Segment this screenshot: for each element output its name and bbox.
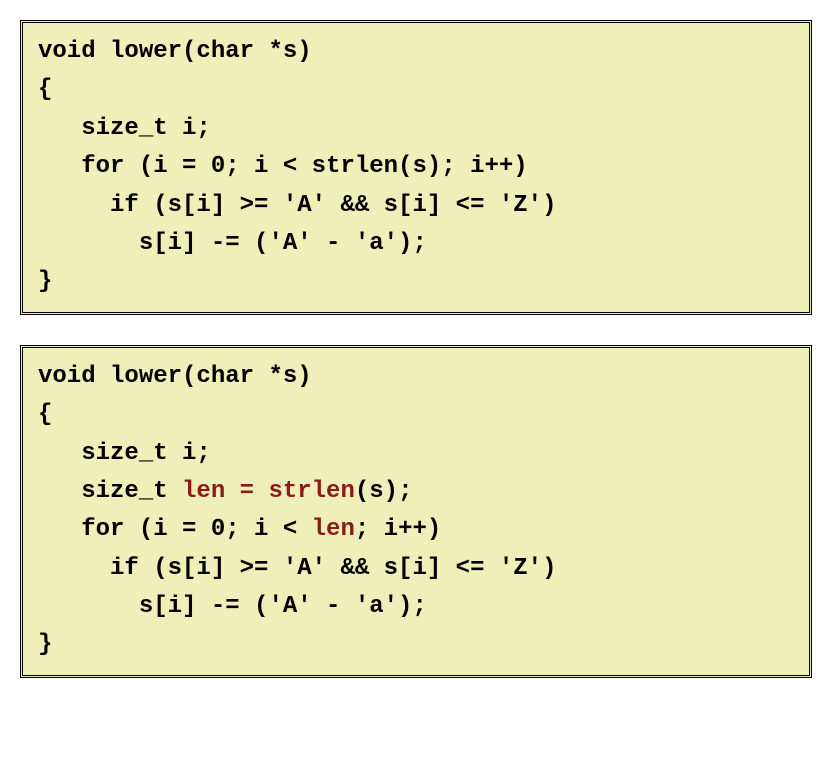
code-line: s[i] -= ('A' - 'a'); [38,593,427,620]
code-line: if (s[i] >= 'A' && s[i] <= 'Z') [38,192,556,219]
code-line: (s); [355,478,413,505]
code-line: if (s[i] >= 'A' && s[i] <= 'Z') [38,555,556,582]
code-line: size_t [38,478,182,505]
code-line: size_t i; [38,440,211,467]
code-line: { [38,401,52,428]
code-line: } [38,268,52,295]
code-line: s[i] -= ('A' - 'a'); [38,230,427,257]
code-line: } [38,631,52,658]
code-highlight: len = strlen [182,478,355,505]
code-line: ; i++) [355,516,441,543]
code-line: for (i = 0; i < strlen(s); i++) [38,153,528,180]
code-line: size_t i; [38,115,211,142]
code-line: for (i = 0; i < [38,516,312,543]
code-line: void lower(char *s) [38,38,312,65]
code-block-2: void lower(char *s) { size_t i; size_t l… [20,345,812,678]
code-line: void lower(char *s) [38,363,312,390]
code-line: { [38,76,52,103]
code-highlight: len [312,516,355,543]
code-block-1: void lower(char *s) { size_t i; for (i =… [20,20,812,315]
